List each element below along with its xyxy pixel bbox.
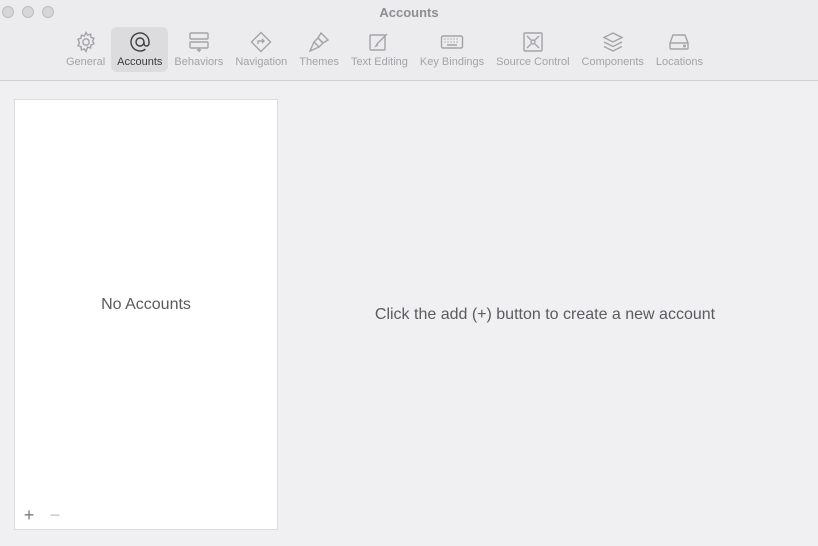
tab-label: Accounts <box>117 56 163 68</box>
preferences-toolbar: General Accounts Behaviors Navigation Th… <box>60 27 709 72</box>
tab-source-control[interactable]: Source Control <box>490 27 575 72</box>
remove-account-button[interactable]: − <box>46 506 64 524</box>
keyboard-icon <box>439 29 465 55</box>
navigation-icon <box>248 29 274 55</box>
tab-key-bindings[interactable]: Key Bindings <box>414 27 490 72</box>
gear-icon <box>73 29 99 55</box>
tab-label: Behaviors <box>174 56 224 68</box>
at-sign-icon <box>127 29 153 55</box>
tab-accounts[interactable]: Accounts <box>111 27 169 72</box>
behaviors-icon <box>186 29 212 55</box>
accounts-list[interactable]: No Accounts + − <box>14 99 278 530</box>
tab-label: Source Control <box>496 56 570 68</box>
source-control-icon <box>520 29 546 55</box>
tab-label: Key Bindings <box>419 56 485 68</box>
tab-label: Text Editing <box>351 56 408 68</box>
list-controls: + − <box>20 506 64 524</box>
tab-label: General <box>66 56 106 68</box>
tab-themes[interactable]: Themes <box>293 27 345 72</box>
add-account-button[interactable]: + <box>20 506 38 524</box>
tab-locations[interactable]: Locations <box>650 27 709 72</box>
tab-general[interactable]: General <box>60 27 111 72</box>
title-bar: Accounts General Accounts Behaviors Navi… <box>0 0 818 81</box>
tab-behaviors[interactable]: Behaviors <box>168 27 229 72</box>
tab-label: Themes <box>299 56 340 68</box>
window-title: Accounts <box>379 5 439 20</box>
empty-state-text: No Accounts <box>101 296 191 313</box>
tab-components[interactable]: Components <box>576 27 650 72</box>
preferences-window: Accounts General Accounts Behaviors Navi… <box>0 0 818 546</box>
tab-navigation[interactable]: Navigation <box>229 27 293 72</box>
drive-icon <box>666 29 692 55</box>
tab-label: Navigation <box>235 56 288 68</box>
tab-text-editing[interactable]: Text Editing <box>345 27 414 72</box>
tab-label: Components <box>581 56 644 68</box>
layers-icon <box>600 29 626 55</box>
paintbrush-icon <box>306 29 332 55</box>
tab-label: Locations <box>655 56 703 68</box>
edit-icon <box>366 29 392 55</box>
empty-detail-hint: Click the add (+) button to create a new… <box>374 306 716 323</box>
